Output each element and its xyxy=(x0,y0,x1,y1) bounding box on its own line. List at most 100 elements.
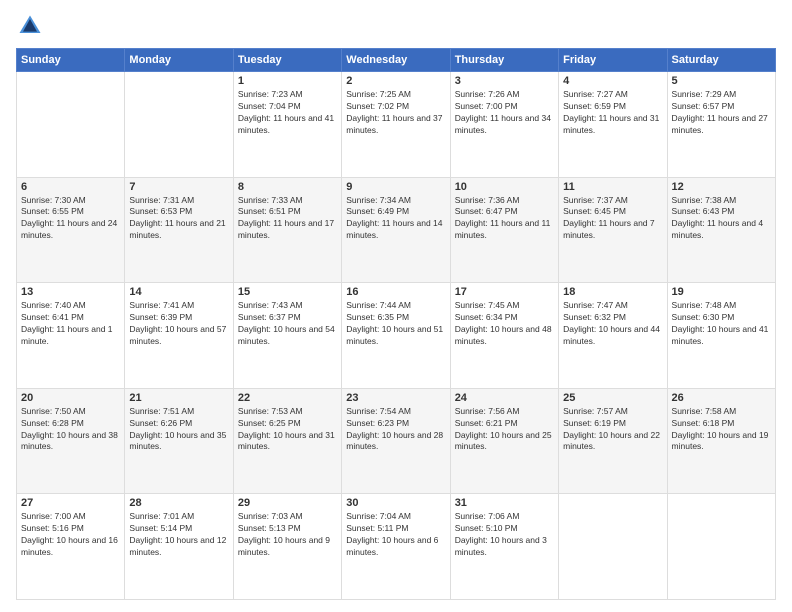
day-info: Sunrise: 7:00 AM Sunset: 5:16 PM Dayligh… xyxy=(21,511,120,559)
day-info: Sunrise: 7:45 AM Sunset: 6:34 PM Dayligh… xyxy=(455,300,554,348)
calendar-cell: 12 Sunrise: 7:38 AM Sunset: 6:43 PM Dayli… xyxy=(667,177,775,283)
day-info: Sunrise: 7:57 AM Sunset: 6:19 PM Dayligh… xyxy=(563,406,662,454)
day-number: 8 xyxy=(238,181,337,193)
day-info: Sunrise: 7:33 AM Sunset: 6:51 PM Dayligh… xyxy=(238,195,337,243)
calendar-weekday-tuesday: Tuesday xyxy=(233,49,341,72)
calendar-cell: 18 Sunrise: 7:47 AM Sunset: 6:32 PM Dayli… xyxy=(559,283,667,389)
day-info: Sunrise: 7:04 AM Sunset: 5:11 PM Dayligh… xyxy=(346,511,445,559)
day-info: Sunrise: 7:38 AM Sunset: 6:43 PM Dayligh… xyxy=(672,195,771,243)
day-number: 18 xyxy=(563,286,662,298)
day-info: Sunrise: 7:56 AM Sunset: 6:21 PM Dayligh… xyxy=(455,406,554,454)
day-info: Sunrise: 7:44 AM Sunset: 6:35 PM Dayligh… xyxy=(346,300,445,348)
day-info: Sunrise: 7:23 AM Sunset: 7:04 PM Dayligh… xyxy=(238,89,337,137)
calendar-cell: 6 Sunrise: 7:30 AM Sunset: 6:55 PM Daylig… xyxy=(17,177,125,283)
calendar-table: SundayMondayTuesdayWednesdayThursdayFrid… xyxy=(16,48,776,600)
day-number: 31 xyxy=(455,497,554,509)
day-number: 25 xyxy=(563,392,662,404)
calendar-cell: 19Sunrise: 7:48 AM Sunset: 6:30 PM Dayli… xyxy=(667,283,775,389)
day-number: 16 xyxy=(346,286,445,298)
logo xyxy=(16,12,48,40)
day-info: Sunrise: 7:48 AM Sunset: 6:30 PM Dayligh… xyxy=(672,300,771,348)
header xyxy=(16,12,776,40)
calendar-cell: 27 Sunrise: 7:00 AM Sunset: 5:16 PM Dayli… xyxy=(17,494,125,600)
day-number: 30 xyxy=(346,497,445,509)
calendar-weekday-saturday: Saturday xyxy=(667,49,775,72)
logo-icon xyxy=(16,12,44,40)
calendar-cell: 14 Sunrise: 7:41 AM Sunset: 6:39 PM Dayli… xyxy=(125,283,233,389)
day-info: Sunrise: 7:31 AM Sunset: 6:53 PM Dayligh… xyxy=(129,195,228,243)
day-info: Sunrise: 7:41 AM Sunset: 6:39 PM Dayligh… xyxy=(129,300,228,348)
calendar-cell: 15 Sunrise: 7:43 AM Sunset: 6:37 PM Dayli… xyxy=(233,283,341,389)
day-info: Sunrise: 7:58 AM Sunset: 6:18 PM Dayligh… xyxy=(672,406,771,454)
day-number: 23 xyxy=(346,392,445,404)
day-number: 9 xyxy=(346,181,445,193)
calendar-week-row: 13 Sunrise: 7:40 AM Sunset: 6:41 PM Dayli… xyxy=(17,283,776,389)
day-info: Sunrise: 7:34 AM Sunset: 6:49 PM Dayligh… xyxy=(346,195,445,243)
calendar-cell: 11 Sunrise: 7:37 AM Sunset: 6:45 PM Dayli… xyxy=(559,177,667,283)
day-info: Sunrise: 7:30 AM Sunset: 6:55 PM Dayligh… xyxy=(21,195,120,243)
day-info: Sunrise: 7:37 AM Sunset: 6:45 PM Dayligh… xyxy=(563,195,662,243)
calendar-cell: 21 Sunrise: 7:51 AM Sunset: 6:26 PM Dayli… xyxy=(125,388,233,494)
day-number: 12 xyxy=(672,181,771,193)
calendar-cell xyxy=(559,494,667,600)
calendar-week-row: 1Sunrise: 7:23 AM Sunset: 7:04 PM Daylig… xyxy=(17,72,776,178)
day-info: Sunrise: 7:27 AM Sunset: 6:59 PM Dayligh… xyxy=(563,89,662,137)
calendar-cell: 26 Sunrise: 7:58 AM Sunset: 6:18 PM Dayli… xyxy=(667,388,775,494)
calendar-cell: 20 Sunrise: 7:50 AM Sunset: 6:28 PM Dayli… xyxy=(17,388,125,494)
day-info: Sunrise: 7:53 AM Sunset: 6:25 PM Dayligh… xyxy=(238,406,337,454)
calendar-weekday-friday: Friday xyxy=(559,49,667,72)
day-number: 28 xyxy=(129,497,228,509)
day-number: 27 xyxy=(21,497,120,509)
calendar-cell: 4 Sunrise: 7:27 AM Sunset: 6:59 PM Daylig… xyxy=(559,72,667,178)
day-info: Sunrise: 7:25 AM Sunset: 7:02 PM Dayligh… xyxy=(346,89,445,137)
calendar-cell xyxy=(125,72,233,178)
day-info: Sunrise: 7:06 AM Sunset: 5:10 PM Dayligh… xyxy=(455,511,554,559)
day-number: 15 xyxy=(238,286,337,298)
calendar-cell: 7 Sunrise: 7:31 AM Sunset: 6:53 PM Daylig… xyxy=(125,177,233,283)
day-info: Sunrise: 7:40 AM Sunset: 6:41 PM Dayligh… xyxy=(21,300,120,348)
day-number: 6 xyxy=(21,181,120,193)
calendar-weekday-wednesday: Wednesday xyxy=(342,49,450,72)
calendar-weekday-monday: Monday xyxy=(125,49,233,72)
calendar-cell xyxy=(17,72,125,178)
day-number: 13 xyxy=(21,286,120,298)
day-info: Sunrise: 7:47 AM Sunset: 6:32 PM Dayligh… xyxy=(563,300,662,348)
day-number: 26 xyxy=(672,392,771,404)
day-info: Sunrise: 7:01 AM Sunset: 5:14 PM Dayligh… xyxy=(129,511,228,559)
calendar-cell xyxy=(667,494,775,600)
calendar-weekday-thursday: Thursday xyxy=(450,49,558,72)
day-number: 14 xyxy=(129,286,228,298)
calendar-cell: 10 Sunrise: 7:36 AM Sunset: 6:47 PM Dayli… xyxy=(450,177,558,283)
calendar-cell: 24 Sunrise: 7:56 AM Sunset: 6:21 PM Dayli… xyxy=(450,388,558,494)
calendar-header-row: SundayMondayTuesdayWednesdayThursdayFrid… xyxy=(17,49,776,72)
calendar-cell: 16 Sunrise: 7:44 AM Sunset: 6:35 PM Dayli… xyxy=(342,283,450,389)
calendar-cell: 30 Sunrise: 7:04 AM Sunset: 5:11 PM Dayli… xyxy=(342,494,450,600)
calendar-cell: 28 Sunrise: 7:01 AM Sunset: 5:14 PM Dayli… xyxy=(125,494,233,600)
page: SundayMondayTuesdayWednesdayThursdayFrid… xyxy=(0,0,792,612)
calendar-cell: 22Sunrise: 7:53 AM Sunset: 6:25 PM Dayli… xyxy=(233,388,341,494)
day-info: Sunrise: 7:03 AM Sunset: 5:13 PM Dayligh… xyxy=(238,511,337,559)
day-number: 17 xyxy=(455,286,554,298)
calendar-week-row: 27 Sunrise: 7:00 AM Sunset: 5:16 PM Dayli… xyxy=(17,494,776,600)
day-number: 11 xyxy=(563,181,662,193)
day-number: 21 xyxy=(129,392,228,404)
day-number: 10 xyxy=(455,181,554,193)
calendar-cell: 2 Sunrise: 7:25 AM Sunset: 7:02 PM Daylig… xyxy=(342,72,450,178)
day-info: Sunrise: 7:54 AM Sunset: 6:23 PM Dayligh… xyxy=(346,406,445,454)
day-number: 4 xyxy=(563,75,662,87)
day-info: Sunrise: 7:50 AM Sunset: 6:28 PM Dayligh… xyxy=(21,406,120,454)
day-number: 24 xyxy=(455,392,554,404)
calendar-week-row: 6 Sunrise: 7:30 AM Sunset: 6:55 PM Daylig… xyxy=(17,177,776,283)
day-info: Sunrise: 7:43 AM Sunset: 6:37 PM Dayligh… xyxy=(238,300,337,348)
day-number: 20 xyxy=(21,392,120,404)
calendar-cell: 5Sunrise: 7:29 AM Sunset: 6:57 PM Daylig… xyxy=(667,72,775,178)
calendar-cell: 17 Sunrise: 7:45 AM Sunset: 6:34 PM Dayli… xyxy=(450,283,558,389)
calendar-cell: 29Sunrise: 7:03 AM Sunset: 5:13 PM Dayli… xyxy=(233,494,341,600)
calendar-cell: 13 Sunrise: 7:40 AM Sunset: 6:41 PM Dayli… xyxy=(17,283,125,389)
day-info: Sunrise: 7:51 AM Sunset: 6:26 PM Dayligh… xyxy=(129,406,228,454)
day-number: 7 xyxy=(129,181,228,193)
day-number: 2 xyxy=(346,75,445,87)
day-info: Sunrise: 7:26 AM Sunset: 7:00 PM Dayligh… xyxy=(455,89,554,137)
calendar-cell: 3Sunrise: 7:26 AM Sunset: 7:00 PM Daylig… xyxy=(450,72,558,178)
day-info: Sunrise: 7:36 AM Sunset: 6:47 PM Dayligh… xyxy=(455,195,554,243)
